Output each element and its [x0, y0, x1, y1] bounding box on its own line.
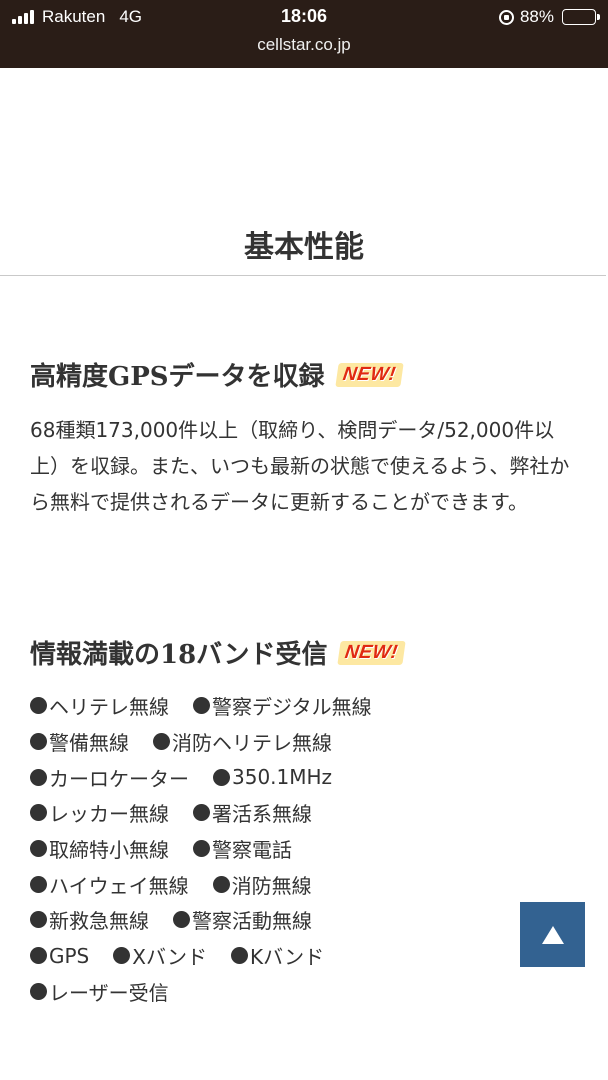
band-label: Xバンド	[132, 945, 207, 970]
band-label: 取締特小無線	[49, 838, 169, 863]
band-row: 警備無線 消防ヘリテレ無線	[30, 724, 590, 760]
band-row: ハイウェイ無線 消防無線	[30, 866, 590, 902]
address-bar-url[interactable]: cellstar.co.jp	[0, 35, 608, 55]
band-item: 警察電話	[193, 834, 292, 863]
status-right: 88%	[498, 6, 600, 28]
band-row: 新救急無線 警察活動無線	[30, 902, 590, 938]
band-item: 新救急無線	[30, 905, 149, 934]
band-item: 警備無線	[30, 727, 129, 756]
bullet-icon	[193, 840, 210, 858]
band-label: 警備無線	[49, 731, 129, 756]
band-row: GPS Xバンド Kバンド	[30, 938, 590, 974]
bullet-icon	[113, 947, 131, 965]
bullet-icon	[30, 697, 47, 715]
new-badge: NEW!	[337, 640, 406, 665]
feature-heading-text: 情報満載の18バンド受信	[30, 640, 328, 670]
bullet-icon	[30, 875, 47, 893]
feature-heading-18-band: 情報満載の18バンド受信 NEW!	[30, 634, 406, 671]
band-item: 消防ヘリテレ無線	[153, 727, 332, 756]
bullet-icon	[212, 875, 230, 893]
bullet-icon	[30, 733, 47, 751]
band-item: ハイウェイ無線	[30, 870, 189, 899]
bullet-icon	[213, 768, 230, 786]
band-label: 消防無線	[231, 873, 312, 898]
band-label: Kバンド	[249, 945, 325, 970]
bullet-icon	[230, 947, 248, 965]
band-label: GPS	[49, 943, 90, 968]
band-item: Xバンド	[113, 941, 207, 970]
band-item: ヘリテレ無線	[30, 691, 169, 720]
section-divider	[0, 275, 606, 276]
bullet-icon	[173, 911, 190, 929]
band-item: レーザー受信	[30, 977, 169, 1006]
orientation-lock-icon	[498, 9, 514, 25]
band-item: 350.1MHz	[213, 765, 332, 789]
bullet-icon	[30, 947, 47, 965]
bullet-icon	[30, 768, 47, 786]
scroll-to-top-button[interactable]	[520, 902, 585, 967]
band-item: レッカー無線	[30, 798, 169, 827]
band-list: ヘリテレ無線 警察デジタル無線警備無線 消防ヘリテレ無線カーロケーター 350.1MH…	[30, 688, 590, 1009]
feature-heading-gps-data: 高精度GPSデータを収録 NEW!	[30, 356, 403, 393]
band-label: 350.1MHz	[232, 765, 333, 790]
bullet-icon	[153, 733, 170, 751]
feature-heading-text: 高精度GPSデータを収録	[30, 362, 325, 392]
band-label: 消防ヘリテレ無線	[172, 731, 332, 756]
band-label: カーロケーター	[49, 766, 189, 791]
band-item: 署活系無線	[193, 798, 312, 827]
band-item: GPS	[30, 944, 89, 968]
band-item: 消防無線	[212, 870, 312, 899]
band-item: 警察活動無線	[173, 905, 312, 934]
band-label: 新救急無線	[49, 909, 149, 934]
band-item: 取締特小無線	[30, 834, 169, 863]
arrow-up-icon	[541, 925, 564, 944]
band-label: 署活系無線	[212, 802, 312, 827]
band-label: 警察活動無線	[192, 909, 312, 934]
band-item: カーロケーター	[30, 763, 189, 792]
feature-description: 68種類173,000件以上（取締り、検問データ/52,000件以上）を収録。ま…	[30, 418, 570, 514]
new-badge: NEW!	[334, 362, 403, 387]
battery-icon	[562, 9, 600, 25]
bullet-icon	[193, 697, 210, 715]
band-label: ヘリテレ無線	[49, 695, 169, 720]
band-row: 取締特小無線 警察電話	[30, 831, 590, 867]
band-label: 警察電話	[212, 838, 292, 863]
band-row: カーロケーター 350.1MHz	[30, 759, 590, 795]
band-label: 警察デジタル無線	[212, 695, 372, 720]
bullet-icon	[30, 840, 47, 858]
section-title: 基本性能	[244, 230, 364, 265]
band-item: 警察デジタル無線	[193, 691, 372, 720]
band-item: Kバンド	[230, 941, 325, 970]
band-label: レッカー無線	[49, 802, 169, 827]
band-row: レーザー受信	[30, 974, 590, 1010]
band-label: レーザー受信	[49, 980, 169, 1005]
bullet-icon	[30, 804, 47, 822]
battery-percent: 88%	[519, 7, 554, 26]
band-row: レッカー無線 署活系無線	[30, 795, 590, 831]
band-row: ヘリテレ無線 警察デジタル無線	[30, 688, 590, 724]
band-label: ハイウェイ無線	[49, 873, 189, 898]
bullet-icon	[193, 804, 210, 822]
bullet-icon	[30, 911, 47, 929]
bullet-icon	[30, 982, 47, 1000]
status-bar: Rakuten 4G 18:06 88% cellstar.co.jp	[0, 0, 608, 68]
